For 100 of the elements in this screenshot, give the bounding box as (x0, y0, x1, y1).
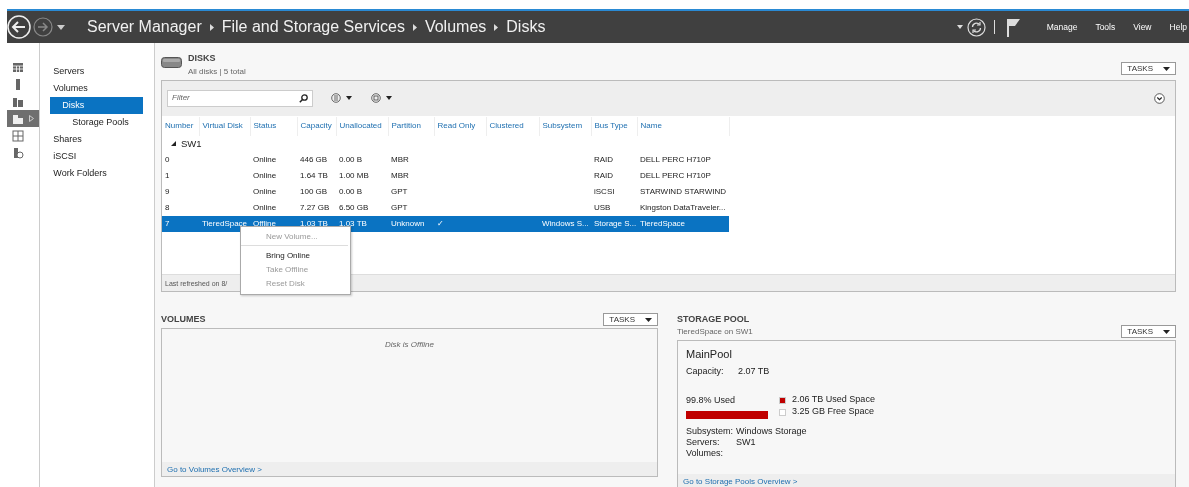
dropdown-icon[interactable] (57, 24, 65, 30)
table-cell: TieredSpace (202, 218, 248, 228)
section-title: STORAGE POOL (677, 312, 751, 326)
table-cell: 0.00 B (339, 186, 363, 196)
menu-item[interactable]: Bring Online (241, 248, 350, 263)
table-cell: 1.03 TB (300, 218, 328, 228)
table-cell: Kingston DataTraveler... (640, 202, 726, 212)
menu-item[interactable]: Tools (1095, 20, 1116, 34)
nav-item[interactable]: Disks (50, 97, 143, 114)
column-header[interactable]: Status (250, 116, 297, 136)
nav-item[interactable]: Work Folders (40, 165, 143, 182)
tasks-button[interactable]: TASKS (1121, 62, 1176, 75)
section-subtitle: TieredSpace on SW1 (677, 326, 753, 338)
table-cell: Online (253, 170, 277, 180)
caret-icon (645, 317, 652, 322)
column-header[interactable]: Capacity (297, 116, 336, 136)
table-cell: Online (253, 154, 277, 164)
table-cell: MBR (391, 154, 409, 164)
usage-label: 99.8% Used (686, 394, 737, 407)
menu-item[interactable]: Manage (1046, 20, 1078, 34)
table-cell: ✓ (437, 218, 444, 228)
nav-item[interactable]: Shares (40, 131, 143, 148)
dropdown-icon[interactable] (956, 25, 963, 29)
expand-icon[interactable] (1154, 92, 1165, 104)
filter-field[interactable]: Filter (167, 89, 313, 107)
list-options-icon[interactable] (331, 93, 353, 103)
breadcrumb-item[interactable]: Disks (506, 15, 546, 39)
rail-item[interactable] (7, 110, 40, 127)
collapse-icon (171, 141, 176, 147)
field-value: Windows Storage (736, 425, 807, 436)
nav-item[interactable]: Servers (40, 63, 143, 80)
table-row[interactable]: 7 TieredSpace Offline 1.03 TB 1.03 TB Unknown ✓ Windows S... Storage S... TieredSpace (162, 215, 729, 232)
search-icon[interactable] (299, 93, 308, 103)
caret-icon (1163, 66, 1170, 71)
column-header[interactable]: Read Only (434, 116, 486, 136)
table-cell: STARWIND STARWIND (640, 186, 727, 196)
section-title: DISKS (188, 52, 217, 65)
expand-arrow-icon (29, 115, 34, 122)
table-cell: 6.50 GB (339, 202, 369, 212)
nav-item[interactable]: Storage Pools (50, 114, 143, 131)
overview-link[interactable]: Go to Volumes Overview > (167, 465, 262, 474)
table-row[interactable]: 0 Online 446 GB 0.00 B MBR RAID DELL PERC H710P (162, 151, 729, 168)
refresh-icon[interactable] (966, 17, 986, 37)
table-cell: 1.00 MB (339, 170, 369, 180)
column-header[interactable]: Number (162, 116, 199, 136)
table-cell: USB (594, 202, 611, 212)
pool-name: MainPool (686, 347, 733, 362)
column-header[interactable]: Unallocated (336, 116, 388, 136)
menu-item[interactable]: Help (1169, 20, 1187, 34)
storage-icon (12, 112, 24, 125)
field-label: Servers: (686, 436, 721, 449)
nav-item[interactable]: iSCSI (40, 148, 143, 165)
section-title: VOLUMES (161, 312, 206, 326)
table-cell: MBR (391, 170, 409, 180)
table-row[interactable]: 1 Online 1.64 TB 1.00 MB MBR RAID DELL PERC H710P (162, 167, 729, 184)
nav-item[interactable]: Volumes (40, 80, 143, 97)
tasks-button[interactable]: TASKS (603, 313, 658, 326)
save-options-icon[interactable] (371, 93, 393, 103)
table-cell: 100 GB (300, 186, 328, 196)
group-header[interactable]: SW1 (165, 136, 202, 151)
field-label: Capacity: (686, 364, 725, 378)
field-label: Volumes: (686, 446, 725, 460)
table-cell: GPT (391, 186, 408, 196)
table-cell: DELL PERC H710P (640, 154, 711, 164)
table-cell: Online (253, 186, 277, 196)
breadcrumb-arrow-icon (209, 23, 214, 31)
table-cell: 8 (165, 202, 170, 212)
table-cell: Unknown (391, 218, 425, 228)
column-header[interactable]: Name (637, 116, 729, 136)
table-row[interactable]: 8 Online 7.27 GB 6.50 GB GPT USB Kingston DataTraveler... (162, 199, 729, 216)
table-cell: Online (253, 202, 277, 212)
column-header[interactable]: Virtual Disk (199, 116, 250, 136)
legend-text: 2.06 TB Used Space (792, 393, 875, 407)
table-cell: RAID (594, 170, 614, 180)
column-header[interactable]: Partition (388, 116, 434, 136)
table-cell: TieredSpace (640, 218, 686, 228)
breadcrumb-item[interactable]: Volumes (424, 15, 487, 39)
field-value: 2.07 TB (738, 365, 770, 376)
column-header[interactable]: Bus Type (591, 116, 637, 136)
column-header[interactable]: Clustered (486, 116, 539, 136)
flag-icon[interactable] (1006, 17, 1021, 37)
back-icon[interactable] (7, 15, 31, 39)
table-cell: 1.03 TB (339, 218, 367, 228)
table-row[interactable]: 9 Online 100 GB 0.00 B GPT iSCSI STARWIND STARWIND (162, 183, 729, 200)
column-header[interactable]: Subsystem (539, 116, 591, 136)
servers-icon (12, 95, 24, 108)
status-message: Disk is Offline (384, 339, 435, 351)
section-subtitle: All disks | 5 total (188, 65, 246, 78)
table-cell: iSCSI (594, 186, 615, 196)
overview-link[interactable]: Go to Storage Pools Overview > (683, 477, 798, 486)
breadcrumb-item[interactable]: File and Storage Services (221, 15, 405, 39)
caret-icon (1163, 329, 1170, 334)
tasks-button[interactable]: TASKS (1121, 325, 1176, 338)
table-cell: 0 (165, 154, 170, 164)
menu-item[interactable]: View (1133, 20, 1152, 34)
breadcrumb-item[interactable]: Server Manager (87, 15, 202, 39)
breadcrumb-arrow-icon (412, 23, 417, 31)
table-cell: GPT (391, 202, 408, 212)
field-label: Subsystem: (686, 424, 735, 438)
table-cell: 0.00 B (339, 154, 363, 164)
